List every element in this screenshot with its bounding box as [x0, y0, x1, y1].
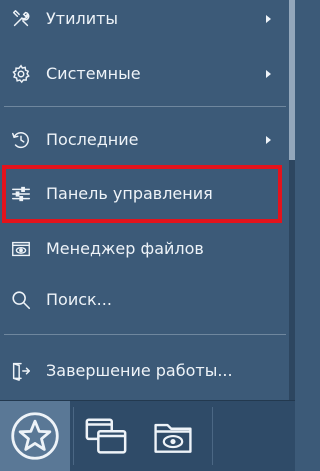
submenu-arrow-icon [266, 70, 271, 78]
gear-icon [9, 62, 33, 86]
menu-item-label: Утилиты [46, 9, 119, 29]
sliders-icon [9, 182, 33, 206]
windows-icon [85, 418, 127, 454]
menu-item-system[interactable]: Системные [0, 49, 288, 99]
menu-item-label: Менеджер файлов [46, 239, 204, 259]
menu-item-control-panel[interactable]: Панель управления [0, 169, 288, 219]
menu-item-recent[interactable]: Последние [0, 115, 288, 165]
start-menu-button[interactable] [0, 401, 70, 471]
tools-icon [9, 7, 33, 31]
start-menu-panel: Утилиты Системные Последние Панель управ… [0, 0, 295, 400]
menu-scrollbar-thumb[interactable] [289, 0, 295, 160]
menu-item-label: Поиск... [46, 290, 112, 310]
file-manager-icon [9, 237, 33, 261]
menu-item-label: Системные [46, 64, 141, 84]
window-switcher-button[interactable] [76, 409, 136, 465]
taskbar-divider [73, 407, 74, 465]
menu-item-utilities[interactable]: Утилиты [0, 0, 288, 44]
file-manager-taskbar-button[interactable] [143, 409, 203, 465]
submenu-arrow-icon [266, 15, 271, 23]
menu-separator [4, 334, 286, 335]
folder-eye-icon [154, 423, 192, 453]
start-menu-icon [11, 412, 59, 460]
taskbar-divider [212, 407, 213, 465]
menu-item-file-manager[interactable]: Менеджер файлов [0, 224, 288, 274]
menu-item-shutdown[interactable]: Завершение работы... [0, 346, 288, 396]
menu-item-label: Панель управления [46, 184, 213, 204]
menu-item-search[interactable]: Поиск... [0, 275, 288, 325]
submenu-arrow-icon [266, 136, 271, 144]
logout-icon [9, 359, 33, 383]
menu-item-label: Последние [46, 130, 139, 150]
menu-separator [4, 106, 286, 107]
search-icon [9, 288, 33, 312]
menu-item-label: Завершение работы... [46, 361, 233, 381]
taskbar [0, 400, 295, 471]
clock-icon [9, 128, 33, 152]
